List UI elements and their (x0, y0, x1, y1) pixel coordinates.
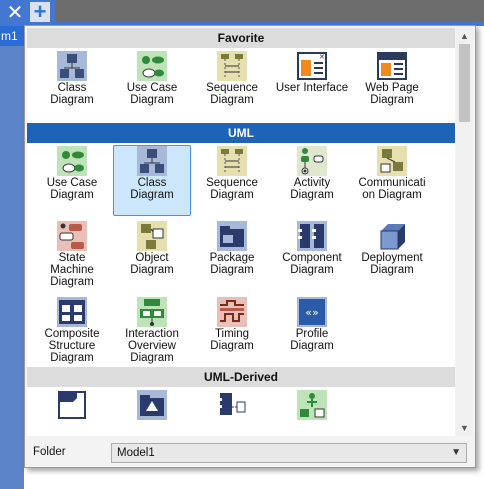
diagram-item-package-diagram[interactable]: Package Diagram (194, 221, 270, 291)
diagram-item-use-case-diagram[interactable]: Use Case Diagram (34, 146, 110, 215)
folder-value: Model1 (117, 447, 155, 459)
diagram-item-label: Class Diagram (50, 82, 94, 106)
diagram-item-component-diagram[interactable]: Component Diagram (274, 221, 350, 291)
diagram-item-state-machine-diagram[interactable]: State Machine Diagram (34, 221, 110, 291)
diagram-item-label: Interaction Overview Diagram (125, 328, 179, 364)
composite-structure-diagram-icon (34, 297, 110, 327)
diagram-item-sequence-diagram[interactable]: Sequence Diagram (194, 51, 270, 120)
diagram-item-label: Class Diagram (130, 177, 174, 201)
diagram-item-label: Use Case Diagram (46, 177, 98, 201)
diagram-item-use-case-diagram[interactable]: Use Case Diagram (114, 51, 190, 120)
diagram-item-sequence-diagram[interactable]: Sequence Diagram (194, 146, 270, 215)
frame-diagram-icon (34, 390, 110, 420)
state-machine-diagram-icon (34, 221, 110, 251)
deployment-diagram-icon (354, 221, 430, 251)
user-interface-icon: ✕ (274, 51, 350, 81)
diagram-item-label: Sequence Diagram (206, 82, 258, 106)
svg-text:✕: ✕ (319, 53, 325, 61)
scroll-up-icon[interactable]: ▲ (456, 28, 473, 44)
web-page-diagram-icon (354, 51, 430, 81)
model-diagram-icon (114, 390, 190, 420)
diagram-item-label: Object Diagram (130, 252, 174, 276)
diagram-item-label: Composite Structure Diagram (44, 328, 100, 364)
add-tab-icon[interactable]: + (30, 1, 50, 23)
diagram-item-label: Component Diagram (282, 252, 342, 276)
chevron-down-icon: ▼ (451, 447, 461, 458)
diagram-item-component-interface[interactable] (194, 390, 270, 436)
activity-diagram-icon (274, 146, 350, 176)
section-header-uml[interactable]: UML (27, 123, 455, 143)
sequence-diagram-icon (194, 51, 270, 81)
diagram-item-label: User Interface (275, 82, 349, 94)
diagram-item-label: State Machine Diagram (50, 252, 94, 288)
diagram-item-model-diagram[interactable] (114, 390, 190, 436)
component-diagram-icon (274, 221, 350, 251)
diagram-item-frame-diagram[interactable] (34, 390, 110, 436)
diagram-item-label: Deployment Diagram (361, 252, 423, 276)
package-diagram-icon (194, 221, 270, 251)
diagram-item-information-flow[interactable] (274, 390, 350, 436)
information-flow-icon (274, 390, 350, 420)
diagram-item-label: Timing Diagram (210, 328, 254, 352)
section-header-favorite[interactable]: Favorite (27, 28, 455, 48)
object-diagram-icon (114, 221, 190, 251)
scroll-down-icon[interactable]: ▼ (456, 420, 473, 436)
diagram-item-timing-diagram[interactable]: Timing Diagram (194, 297, 270, 364)
folder-dropdown[interactable]: Model1 ▼ (111, 443, 467, 463)
diagram-item-label: Communicati on Diagram (358, 177, 426, 201)
use-case-diagram-icon (114, 51, 190, 81)
diagram-item-interaction-overview-diagram[interactable]: Interaction Overview Diagram (114, 297, 190, 364)
vertical-scrollbar[interactable]: ▲ ▼ (456, 28, 473, 436)
diagram-item-web-page-diagram[interactable]: Web Page Diagram (354, 51, 430, 120)
section-header-uml-derived[interactable]: UML-Derived (27, 367, 455, 387)
diagram-item-label: Sequence Diagram (206, 177, 258, 201)
workspace-background (0, 46, 24, 489)
class-diagram-icon (34, 51, 110, 81)
tab-strip-background (55, 0, 484, 22)
svg-text:«»: «» (305, 306, 318, 319)
component-interface-icon (194, 390, 270, 420)
diagram-item-label: Package Diagram (209, 252, 255, 276)
diagram-item-label: Web Page Diagram (365, 82, 419, 106)
timing-diagram-icon (194, 297, 270, 327)
communication-diagram-icon (354, 146, 430, 176)
use-case-diagram-icon (34, 146, 110, 176)
diagram-item-composite-structure-diagram[interactable]: Composite Structure Diagram (34, 297, 110, 364)
sequence-diagram-icon (194, 146, 270, 176)
diagram-item-user-interface[interactable]: ✕ User Interface (274, 51, 350, 120)
diagram-item-class-diagram[interactable]: Class Diagram (34, 51, 110, 120)
diagram-grid: Use Case Diagram Class Diagram Sequence Diagr… (27, 143, 455, 367)
diagram-item-profile-diagram[interactable]: «» Profile Diagram (274, 297, 350, 364)
interaction-overview-diagram-icon (114, 297, 190, 327)
diagram-grid: Class Diagram Use Case Diagram Sequence Diagr… (27, 48, 455, 123)
class-diagram-icon (114, 146, 190, 176)
diagram-item-object-diagram[interactable]: Object Diagram (114, 221, 190, 291)
diagram-item-activity-diagram[interactable]: Activity Diagram (274, 146, 350, 215)
profile-diagram-icon: «» (274, 297, 350, 327)
diagram-item-label: Profile Diagram (290, 328, 334, 352)
diagram-item-label: Use Case Diagram (126, 82, 178, 106)
diagram-type-list[interactable]: Favorite Class Diagram Use Case Diagram Seque… (27, 28, 455, 436)
folder-label: Folder (33, 446, 66, 458)
document-tab[interactable]: m1 (0, 26, 25, 46)
diagram-item-communication-diagram[interactable]: Communicati on Diagram (354, 146, 430, 215)
diagram-grid (27, 387, 455, 436)
tab-bar: ✕ + (0, 0, 484, 26)
scroll-thumb[interactable] (459, 44, 470, 122)
diagram-item-class-diagram[interactable]: Class Diagram (113, 145, 191, 216)
close-tab-icon[interactable]: ✕ (3, 1, 27, 25)
diagram-item-deployment-diagram[interactable]: Deployment Diagram (354, 221, 430, 291)
new-diagram-popup: Favorite Class Diagram Use Case Diagram Seque… (24, 25, 476, 468)
diagram-item-label: Activity Diagram (290, 177, 334, 201)
